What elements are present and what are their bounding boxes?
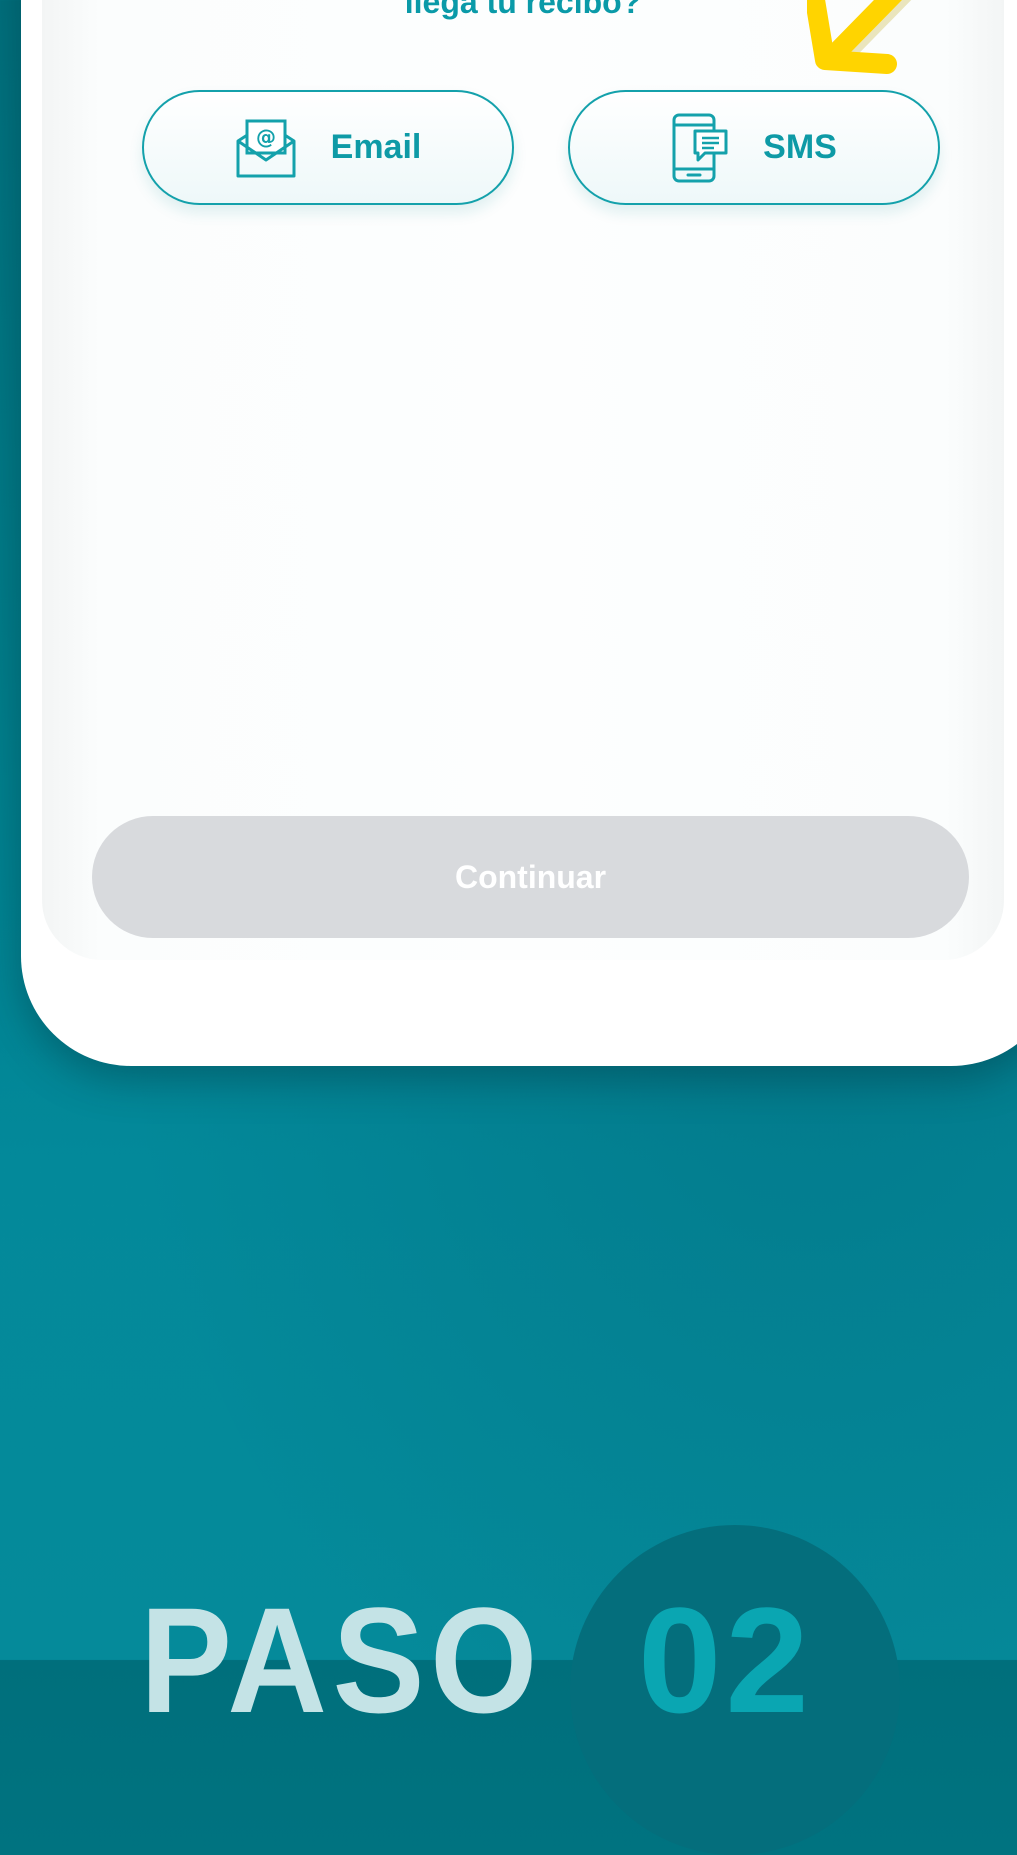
envelope-at-icon: @ (235, 117, 297, 179)
phone-message-icon (671, 113, 729, 183)
yellow-arrow-icon (807, 0, 912, 74)
sms-option-label: SMS (763, 128, 837, 166)
phone-screen: llega tu recibo? @ Email SMS Continuar (42, 0, 1004, 960)
email-option-button[interactable]: @ Email (142, 90, 514, 205)
phone-mockup: llega tu recibo? @ Email SMS Continuar (21, 0, 1017, 1066)
email-option-label: Email (330, 128, 422, 166)
continue-button[interactable]: Continuar (92, 816, 969, 938)
step-label: PASO (140, 1576, 543, 1744)
sms-option-button[interactable]: SMS (568, 90, 940, 205)
step-number: 02 (638, 1576, 813, 1744)
svg-text:@: @ (256, 125, 276, 149)
